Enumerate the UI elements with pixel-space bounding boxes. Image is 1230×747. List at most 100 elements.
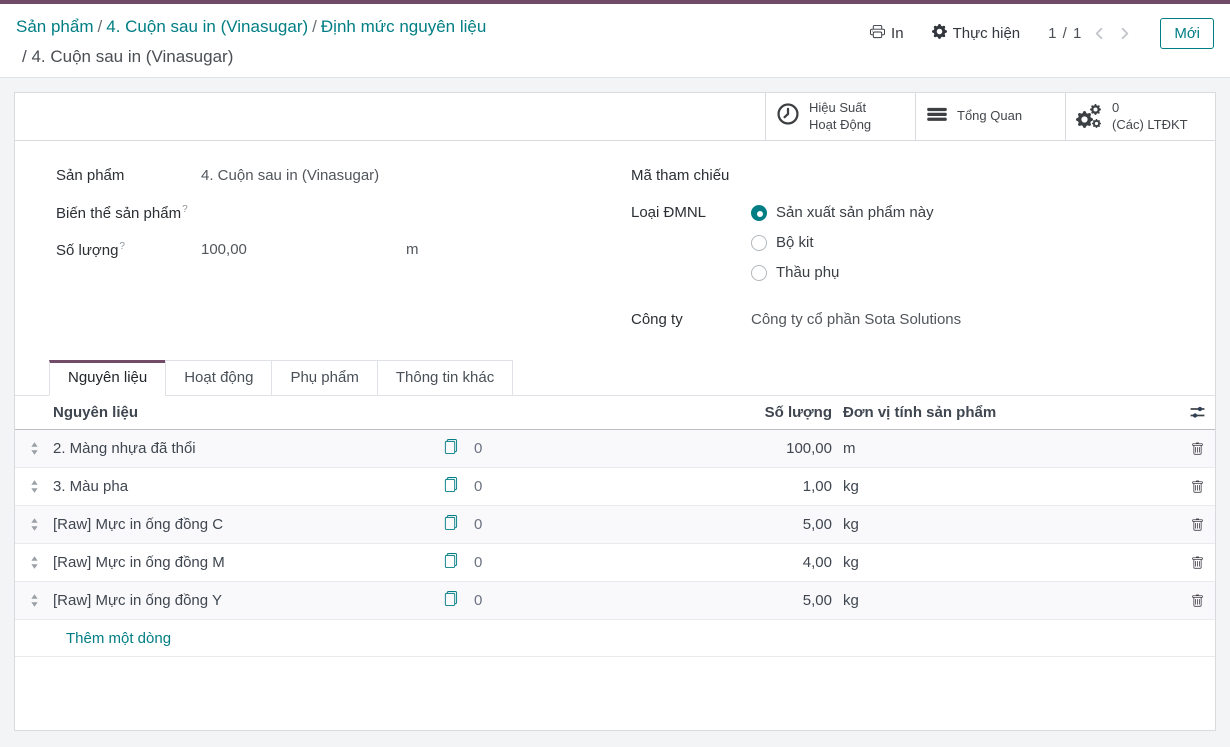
variant-help-marker: ? [182, 204, 188, 215]
delete-row-icon[interactable] [1177, 556, 1217, 570]
control-panel: Sản phẩm/4. Cuộn sau in (Vinasugar)/Định… [0, 4, 1230, 78]
overview-label: Tổng Quan [957, 108, 1022, 124]
copy-pages-icon[interactable] [443, 439, 458, 458]
component-qty[interactable]: 5,00 [593, 592, 832, 609]
tab-miscellaneous[interactable]: Thông tin khác [377, 360, 513, 396]
overview-button[interactable]: Tổng Quan [915, 93, 1065, 140]
drag-handle-icon[interactable] [15, 593, 53, 608]
drag-handle-icon[interactable] [15, 517, 53, 532]
pager-count: 1 / 1 [1048, 25, 1082, 42]
components-table: Nguyên liệu Số lượng Đơn vị tính sản phẩ… [15, 396, 1215, 657]
breadcrumb-separator: / [308, 17, 321, 36]
component-name[interactable]: 2. Màng nhựa đã thổi [53, 440, 443, 457]
drag-handle-icon[interactable] [15, 441, 53, 456]
add-line-row: Thêm một dòng [15, 620, 1215, 657]
component-qty[interactable]: 5,00 [593, 516, 832, 533]
bom-type-option-kit[interactable]: Bộ kit [751, 234, 934, 251]
operation-count: 0 [474, 592, 482, 609]
clock-icon [776, 102, 800, 130]
breadcrumb: Sản phẩm/4. Cuộn sau in (Vinasugar)/Định… [16, 10, 486, 72]
pager-previous-icon[interactable] [1092, 26, 1107, 41]
table-row[interactable]: 2. Màng nhựa đã thổi 0 100,00 m [15, 430, 1215, 468]
breadcrumb-line-1: Sản phẩm/4. Cuộn sau in (Vinasugar)/Định… [16, 12, 486, 42]
form-fields: Sản phẩm 4. Cuộn sau in (Vinasugar) Biến… [15, 141, 1215, 348]
table-row[interactable]: [Raw] Mực in ống đồng C 0 5,00 kg [15, 506, 1215, 544]
bom-type-radio-group: Sản xuất sản phẩm này Bộ kit Thầu phụ [751, 204, 934, 294]
component-name[interactable]: [Raw] Mực in ống đồng C [53, 516, 443, 533]
delete-row-icon[interactable] [1177, 518, 1217, 532]
table-row[interactable]: [Raw] Mực in ống đồng M 0 4,00 kg [15, 544, 1215, 582]
header-component[interactable]: Nguyên liệu [53, 404, 443, 421]
component-name[interactable]: [Raw] Mực in ống đồng M [53, 554, 443, 571]
radio-unselected-icon[interactable] [751, 235, 767, 251]
breadcrumb-link-products[interactable]: Sản phẩm [16, 17, 94, 36]
operation-count: 0 [474, 440, 482, 457]
operation-performance-label: Hiệu Suất Hoạt Động [809, 100, 871, 133]
component-uom[interactable]: kg [832, 554, 1177, 571]
pager-next-icon[interactable] [1117, 26, 1132, 41]
tab-operations[interactable]: Hoạt động [165, 360, 272, 396]
header-quantity[interactable]: Số lượng [593, 404, 832, 421]
copy-pages-icon[interactable] [443, 553, 458, 572]
breadcrumb-link-bom[interactable]: Định mức nguyên liệu [321, 17, 486, 36]
eco-count-label: 0 (Các) LTĐKT [1112, 100, 1188, 133]
page-content: Hiệu Suất Hoạt Động Tổng Quan 0 (Các) LT… [0, 78, 1230, 747]
breadcrumb-current: / 4. Cuộn sau in (Vinasugar) [16, 42, 486, 72]
drag-handle-icon[interactable] [15, 555, 53, 570]
add-line-link[interactable]: Thêm một dòng [66, 630, 171, 647]
variant-label: Biến thể sản phẩm? [56, 204, 201, 222]
company-value[interactable]: Công ty cổ phần Sota Solutions [751, 311, 961, 328]
delete-row-icon[interactable] [1177, 594, 1217, 608]
optional-columns-icon[interactable] [1177, 404, 1217, 421]
bom-type-label: Loại ĐMNL [631, 204, 751, 221]
new-button[interactable]: Mới [1160, 18, 1214, 49]
copy-pages-icon[interactable] [443, 515, 458, 534]
table-row[interactable]: 3. Màu pha 0 1,00 kg [15, 468, 1215, 506]
print-label: In [891, 25, 904, 42]
action-menu-button[interactable]: Thực hiện [932, 24, 1021, 43]
notebook-tabs: Nguyên liệu Hoạt động Phụ phẩm Thông tin… [15, 360, 1215, 396]
copy-pages-icon[interactable] [443, 477, 458, 496]
component-qty[interactable]: 1,00 [593, 478, 832, 495]
printer-icon [870, 24, 885, 43]
breadcrumb-link-product[interactable]: 4. Cuộn sau in (Vinasugar) [106, 17, 308, 36]
copy-pages-icon[interactable] [443, 591, 458, 610]
component-name[interactable]: [Raw] Mực in ống đồng Y [53, 592, 443, 609]
print-button[interactable]: In [870, 24, 904, 43]
bom-type-option-manufacture[interactable]: Sản xuất sản phẩm này [751, 204, 934, 221]
breadcrumb-separator: / [94, 17, 107, 36]
radio-unselected-icon[interactable] [751, 265, 767, 281]
delete-row-icon[interactable] [1177, 480, 1217, 494]
pager: 1 / 1 [1048, 25, 1132, 42]
delete-row-icon[interactable] [1177, 442, 1217, 456]
header-uom[interactable]: Đơn vị tính sản phẩm [832, 404, 1177, 421]
gear-icon [932, 24, 947, 43]
bars-icon [926, 104, 948, 128]
component-uom[interactable]: kg [832, 516, 1177, 533]
component-uom[interactable]: kg [832, 592, 1177, 609]
operation-count: 0 [474, 516, 482, 533]
eco-count-button[interactable]: 0 (Các) LTĐKT [1065, 93, 1215, 140]
operation-performance-button[interactable]: Hiệu Suất Hoạt Động [765, 93, 915, 140]
operation-count: 0 [474, 554, 482, 571]
control-panel-actions: In Thực hiện 1 / 1 Mới [870, 10, 1214, 49]
quantity-help-marker: ? [119, 241, 125, 252]
component-qty[interactable]: 100,00 [593, 440, 832, 457]
bom-type-option-subcontract[interactable]: Thầu phụ [751, 264, 934, 281]
quantity-value[interactable]: 100,00 [201, 241, 406, 258]
component-uom[interactable]: m [832, 440, 1177, 457]
product-label: Sản phẩm [56, 167, 201, 184]
tab-components[interactable]: Nguyên liệu [49, 360, 166, 396]
tab-byproducts[interactable]: Phụ phẩm [271, 360, 377, 396]
component-name[interactable]: 3. Màu pha [53, 478, 443, 495]
component-uom[interactable]: kg [832, 478, 1177, 495]
product-value[interactable]: 4. Cuộn sau in (Vinasugar) [201, 167, 379, 184]
component-qty[interactable]: 4,00 [593, 554, 832, 571]
drag-handle-icon[interactable] [15, 479, 53, 494]
radio-selected-icon[interactable] [751, 205, 767, 221]
form-sheet: Hiệu Suất Hoạt Động Tổng Quan 0 (Các) LT… [14, 92, 1216, 731]
company-label: Công ty [631, 311, 751, 328]
table-row[interactable]: [Raw] Mực in ống đồng Y 0 5,00 kg [15, 582, 1215, 620]
quantity-unit[interactable]: m [406, 241, 419, 258]
stat-button-box: Hiệu Suất Hoạt Động Tổng Quan 0 (Các) LT… [15, 93, 1215, 141]
